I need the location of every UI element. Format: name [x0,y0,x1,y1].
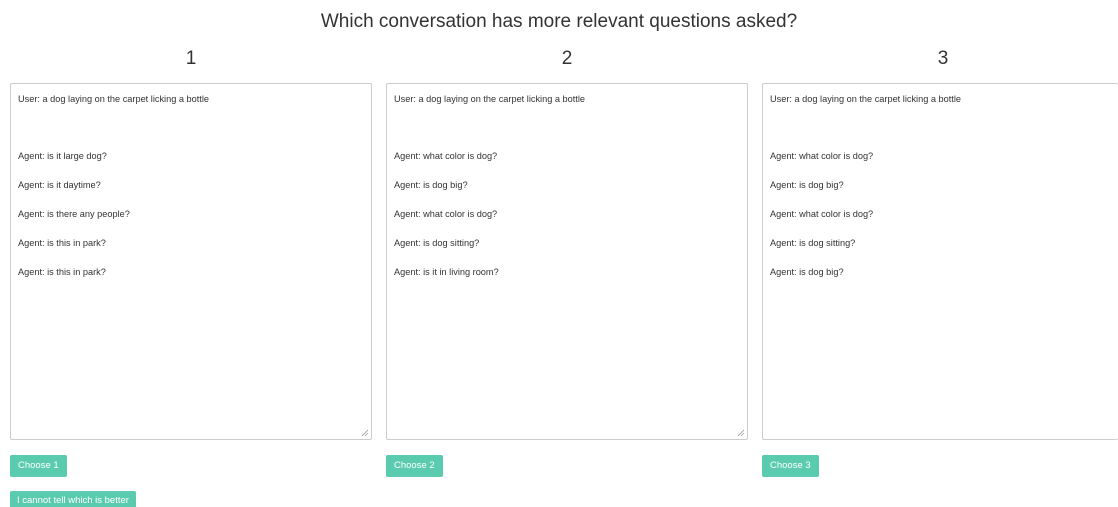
choose-1-button[interactable]: Choose 1 [10,455,67,477]
agent-line: Agent: is this in park? [18,267,106,277]
conversation-textarea-2[interactable]: User: a dog laying on the carpet licking… [386,83,748,440]
agent-line: Agent: is there any people? [18,209,130,219]
agent-line: Agent: what color is dog? [394,151,498,161]
comparison-page: Which conversation has more relevant que… [0,0,1118,507]
user-line: User: a dog laying on the carpet licking… [770,94,962,104]
agent-line: Agent: is dog sitting? [394,238,480,248]
user-line: User: a dog laying on the carpet licking… [394,94,586,104]
user-line: User: a dog laying on the carpet licking… [18,94,210,104]
agent-line: Agent: is dog big? [394,180,468,190]
column-number-2: 2 [561,48,573,69]
agent-line: Agent: is it large dog? [18,151,107,161]
choose-3-button[interactable]: Choose 3 [762,455,819,477]
agent-line: Agent: is this in park? [18,238,106,248]
agent-line: Agent: is dog sitting? [770,238,856,248]
agent-line: Agent: what color is dog? [770,209,874,219]
cannot-tell-button[interactable]: I cannot tell which is better [10,491,136,507]
column-number-1: 1 [185,48,197,69]
agent-line: Agent: is dog big? [770,267,844,277]
agent-line: Agent: what color is dog? [394,209,498,219]
choose-2-button[interactable]: Choose 2 [386,455,443,477]
column-number-3: 3 [937,48,949,69]
agent-line: Agent: is it daytime? [18,180,101,190]
resize-handle-icon[interactable] [361,429,369,437]
agent-line: Agent: what color is dog? [770,151,874,161]
question-heading: Which conversation has more relevant que… [320,11,798,32]
conversation-textarea-1[interactable]: User: a dog laying on the carpet licking… [10,83,372,440]
agent-line: Agent: is it in living room? [394,267,499,277]
resize-handle-icon[interactable] [737,429,745,437]
agent-line: Agent: is dog big? [770,180,844,190]
conversation-textarea-3[interactable]: User: a dog laying on the carpet licking… [762,83,1118,440]
